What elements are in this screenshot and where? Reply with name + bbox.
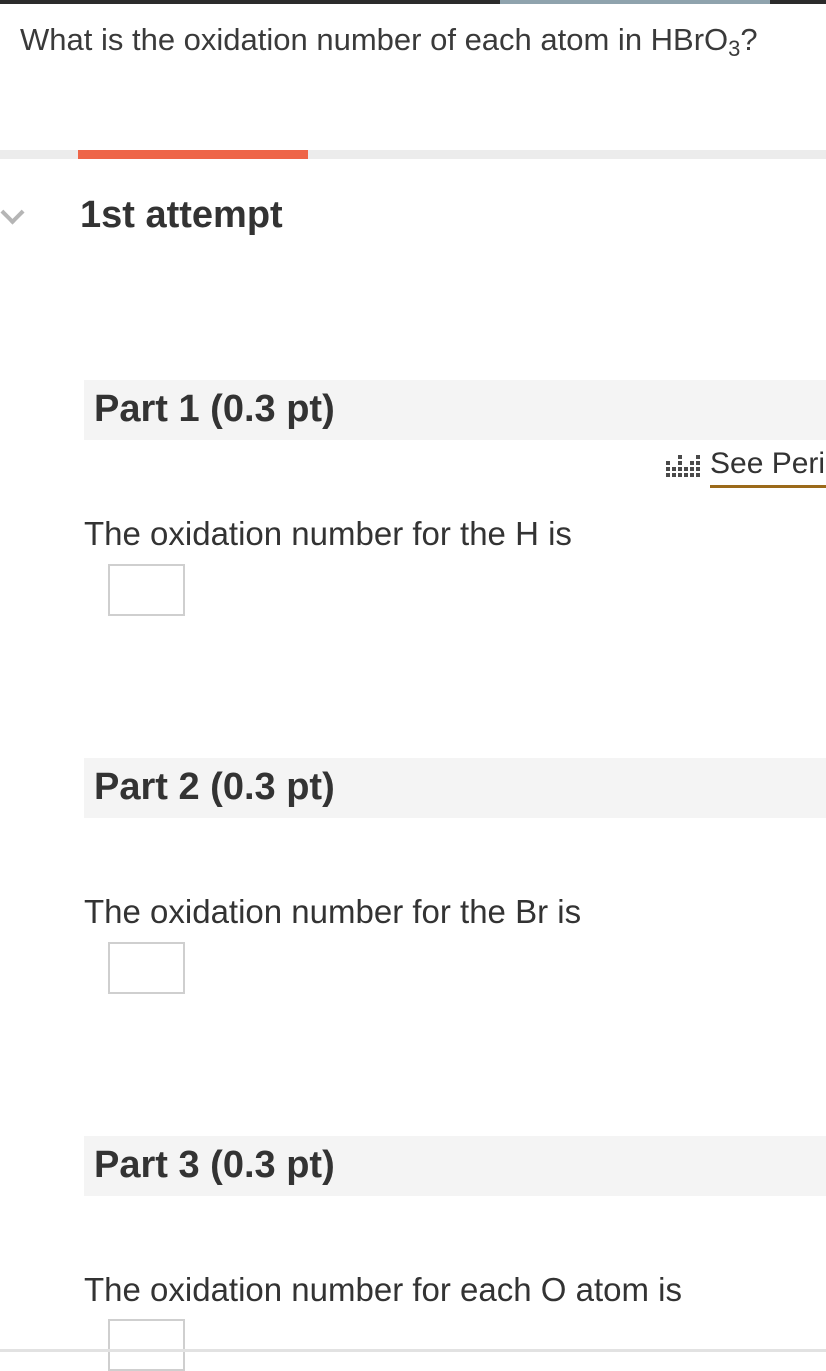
attempt-title[interactable]: 1st attempt: [80, 194, 283, 237]
part-2-answer-input[interactable]: [108, 942, 185, 994]
question-text: What is the oxidation number of each ato…: [20, 22, 758, 61]
attempt-progress-fill: [78, 150, 308, 159]
question-text-main: What is the oxidation number of each ato…: [20, 22, 729, 57]
attempt-progress-track: [0, 150, 826, 159]
question-text-end: ?: [740, 22, 758, 57]
part-3-prompt: The oxidation number for each O atom is: [84, 1271, 682, 1308]
see-periodic-table-label: See Periodic Table: [710, 447, 826, 488]
see-periodic-table-link[interactable]: See Periodic Table: [664, 447, 826, 493]
part-1-prompt: The oxidation number for the H is: [84, 515, 572, 552]
part-3-header: Part 3 (0.3 pt): [84, 1136, 826, 1196]
question-subscript: 3: [728, 36, 741, 61]
top-bar-accent: [500, 0, 770, 4]
part-1-answer-input[interactable]: [108, 564, 185, 616]
part-1-header: Part 1 (0.3 pt): [84, 380, 826, 440]
part-2-title: Part 2 (0.3 pt): [94, 766, 335, 808]
part-2-prompt: The oxidation number for the Br is: [84, 893, 582, 930]
part-1-title: Part 1 (0.3 pt): [94, 388, 335, 430]
periodic-table-icon: [664, 451, 704, 481]
part-3-title: Part 3 (0.3 pt): [94, 1144, 335, 1186]
chevron-down-icon[interactable]: [0, 200, 25, 225]
part-2-header: Part 2 (0.3 pt): [84, 758, 826, 818]
part-3-answer-input[interactable]: [108, 1319, 185, 1371]
